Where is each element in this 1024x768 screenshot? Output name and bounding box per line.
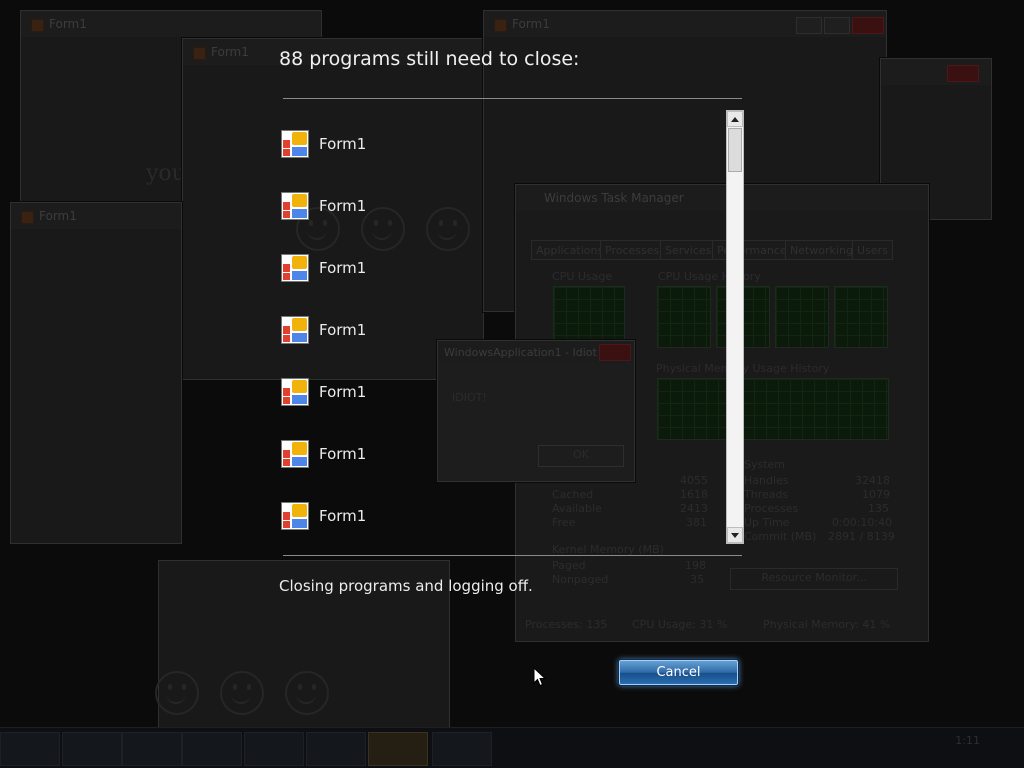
nonpaged-label: Nonpaged [552, 573, 609, 586]
form-app-icon [281, 130, 309, 158]
logoff-status-text: Closing programs and logging off. [279, 577, 533, 595]
taskbar-button [182, 732, 242, 766]
taskbar-button [62, 732, 122, 766]
window-title: Form1 [512, 17, 550, 31]
scroll-down-arrow-icon[interactable] [727, 527, 743, 543]
cpu-history-graph [834, 286, 888, 348]
list-item: Form1 [279, 502, 699, 532]
taskbar-button [122, 732, 182, 766]
tab-users: Users [852, 240, 893, 260]
uptime-value: 0:00:10:40 [832, 516, 893, 529]
taskbar: 1:11 [0, 727, 1024, 768]
form-app-icon [281, 440, 309, 468]
list-item: Form1 [279, 192, 699, 222]
program-name: Form1 [319, 259, 367, 277]
status-cpu: CPU Usage: 31 % [632, 618, 728, 631]
commit-value: 2891 / 8139 [828, 530, 895, 543]
window-title: Form1 [49, 17, 87, 31]
smiley-icon [220, 671, 264, 715]
taskbar-clock: 1:11 [955, 734, 980, 747]
app-icon [21, 211, 34, 224]
you-text: you [146, 161, 186, 186]
app-icon [31, 19, 44, 32]
tab-networking: Networking [785, 240, 858, 260]
handles-label: Handles [744, 474, 789, 487]
taskbar-button [244, 732, 304, 766]
programs-list-scrollbar[interactable] [726, 110, 744, 544]
list-item: Form1 [279, 378, 699, 408]
system-label: System [744, 458, 786, 471]
program-name: Form1 [319, 445, 367, 463]
close-button [852, 17, 884, 34]
program-name: Form1 [319, 197, 367, 215]
cancel-button[interactable]: Cancel [618, 659, 739, 686]
threads-value: 1079 [862, 488, 890, 501]
program-name: Form1 [319, 507, 367, 525]
minimize-button [796, 17, 822, 34]
scrollbar-thumb[interactable] [728, 128, 742, 172]
list-item: Form1 [279, 254, 699, 284]
close-button [947, 65, 979, 82]
processes-value: 135 [868, 502, 889, 515]
threads-label: Threads [744, 488, 789, 501]
smiley-icon [155, 671, 199, 715]
form-app-icon [281, 316, 309, 344]
paged-value: 198 [685, 559, 706, 572]
program-name: Form1 [319, 321, 367, 339]
resource-monitor-button: Resource Monitor... [730, 568, 898, 590]
program-name: Form1 [319, 135, 367, 153]
taskbar-button [368, 732, 428, 766]
program-name: Form1 [319, 383, 367, 401]
handles-value: 32418 [855, 474, 890, 487]
form-app-icon [281, 254, 309, 282]
background-window-form1: Form1 [10, 202, 182, 544]
app-icon [193, 47, 206, 60]
programs-closing-heading: 88 programs still need to close: [279, 48, 580, 70]
status-memory: Physical Memory: 41 % [763, 618, 891, 631]
paged-label: Paged [552, 559, 586, 572]
window-title: Form1 [211, 45, 249, 59]
taskbar-button [432, 732, 492, 766]
app-icon [494, 19, 507, 32]
status-processes: Processes: 135 [525, 618, 608, 631]
smiley-icon [285, 671, 329, 715]
taskbar-button [306, 732, 366, 766]
uptime-label: Up Time [744, 516, 790, 529]
cpu-history-graph [775, 286, 829, 348]
mouse-pointer-icon [533, 667, 547, 687]
maximize-button [824, 17, 850, 34]
form-app-icon [281, 192, 309, 220]
list-item: Form1 [279, 130, 699, 160]
taskbar-button [0, 732, 60, 766]
list-item: Form1 [279, 440, 699, 470]
form-app-icon [281, 502, 309, 530]
nonpaged-value: 35 [690, 573, 704, 586]
scroll-up-arrow-icon[interactable] [727, 111, 743, 127]
top-divider [283, 98, 742, 99]
commit-label: Commit (MB) [744, 530, 817, 543]
programs-list: Form1 Form1 Form1 Form1 Form1 Form1 Form… [279, 110, 724, 544]
bottom-divider [283, 555, 742, 556]
form-app-icon [281, 378, 309, 406]
processes-label: Processes [744, 502, 799, 515]
list-item: Form1 [279, 316, 699, 346]
window-title: Form1 [39, 209, 77, 223]
